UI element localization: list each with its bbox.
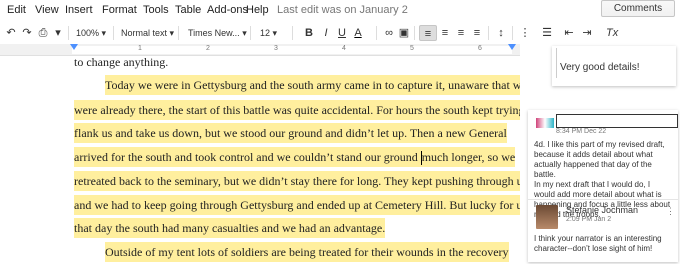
text-color-button[interactable]: A [351, 25, 365, 41]
comment-text: Very good details! [560, 62, 640, 73]
align-right-icon[interactable]: ≡ [454, 25, 468, 41]
redo-icon[interactable]: ↷ [20, 25, 34, 41]
underline-button[interactable]: U [335, 25, 349, 41]
menu-help[interactable]: Help [246, 4, 269, 16]
menu-tools[interactable]: Tools [143, 4, 169, 16]
bulleted-list-icon[interactable]: ☰ [540, 25, 554, 41]
zoom-select[interactable]: 100% ▾ [76, 25, 106, 41]
style-select[interactable]: Normal text ▾ [121, 25, 174, 41]
document-line: were already there, the start of this ba… [74, 100, 520, 120]
ruler-number: 1 [138, 45, 142, 52]
clear-formatting-button[interactable]: Tx [606, 25, 618, 41]
reply-text: I think your narrator is an interesting … [534, 234, 662, 253]
undo-icon[interactable]: ↶ [4, 25, 18, 41]
insert-comment-icon[interactable]: ▣ [397, 25, 411, 41]
document-line: and we had to keep going through Gettysb… [74, 195, 520, 215]
ruler-number: 3 [274, 45, 278, 52]
ruler: 1 2 3 4 5 6 7 [0, 44, 520, 56]
comment-timestamp: 8:34 PM Dec 22 [556, 128, 607, 135]
italic-button[interactable]: I [319, 25, 333, 41]
document-line: to change anything. [74, 56, 169, 69]
numbered-list-icon[interactable]: ⋮ [518, 25, 532, 41]
last-edit-status[interactable]: Last edit was on January 2 [277, 4, 408, 16]
ruler-number: 4 [342, 45, 346, 52]
ruler-indent-marker[interactable] [70, 44, 78, 50]
document-line: arrived for the south and took control a… [74, 147, 516, 167]
font-select[interactable]: Times New... ▾ [188, 25, 247, 41]
comment-card[interactable]: Very good details! [552, 46, 676, 86]
menu-insert[interactable]: Insert [65, 4, 93, 16]
document-line: Outside of my tent lots of soldiers are … [105, 242, 509, 262]
ruler-number: 6 [478, 45, 482, 52]
font-size-select[interactable]: 12 ▾ [260, 25, 277, 41]
comment-divider [556, 48, 557, 78]
more-options-icon[interactable]: ⋮ [666, 206, 675, 217]
menu-table[interactable]: Table [175, 4, 201, 16]
menu-bar: Edit View Insert Format Tools Table Add-… [0, 0, 680, 22]
menu-view[interactable]: View [35, 4, 59, 16]
document-line: flank us and take us down, but we stood … [74, 123, 507, 143]
document-line: Today we were in Gettysburg and the sout… [105, 75, 520, 95]
reply-divider [528, 199, 678, 200]
line-spacing-icon[interactable]: ↕ [494, 25, 508, 41]
print-icon[interactable]: ⎙ [36, 25, 50, 41]
ruler-right-margin-marker[interactable] [508, 44, 516, 50]
document-line: that day the south had many casualties a… [74, 218, 386, 238]
bold-button[interactable]: B [302, 25, 316, 41]
menu-addons[interactable]: Add-ons [207, 4, 248, 16]
align-justify-icon[interactable]: ≡ [470, 25, 484, 41]
comments-button[interactable]: Comments [601, 0, 675, 17]
toolbar: ↶ ↷ ⎙ ▾ 100% ▾ Normal text ▾ Times New..… [0, 22, 680, 44]
increase-indent-icon[interactable]: ⇥ [580, 25, 594, 41]
reply-timestamp: 2:09 PM Jan 2 [566, 216, 612, 223]
align-center-icon[interactable]: ≡ [438, 25, 452, 41]
ruler-number: 5 [410, 45, 414, 52]
decrease-indent-icon[interactable]: ⇤ [562, 25, 576, 41]
paint-format-icon[interactable]: ▾ [51, 25, 65, 41]
align-left-icon[interactable]: ≡ [419, 25, 437, 41]
document-body[interactable]: to change anything. Today we were in Get… [0, 56, 520, 264]
avatar [536, 205, 558, 229]
document-line: retreated back to the seminary, but we d… [74, 171, 520, 191]
comment-thread[interactable]: 8:34 PM Dec 22 4d. I like this part of m… [528, 110, 678, 262]
link-icon[interactable]: ∞ [382, 25, 396, 41]
menu-format[interactable]: Format [102, 4, 137, 16]
ruler-number: 2 [206, 45, 210, 52]
reply-author: Stefanie Jochman [566, 205, 639, 215]
comment-header-box [556, 114, 678, 128]
avatar [536, 118, 554, 128]
menu-edit[interactable]: Edit [7, 4, 26, 16]
